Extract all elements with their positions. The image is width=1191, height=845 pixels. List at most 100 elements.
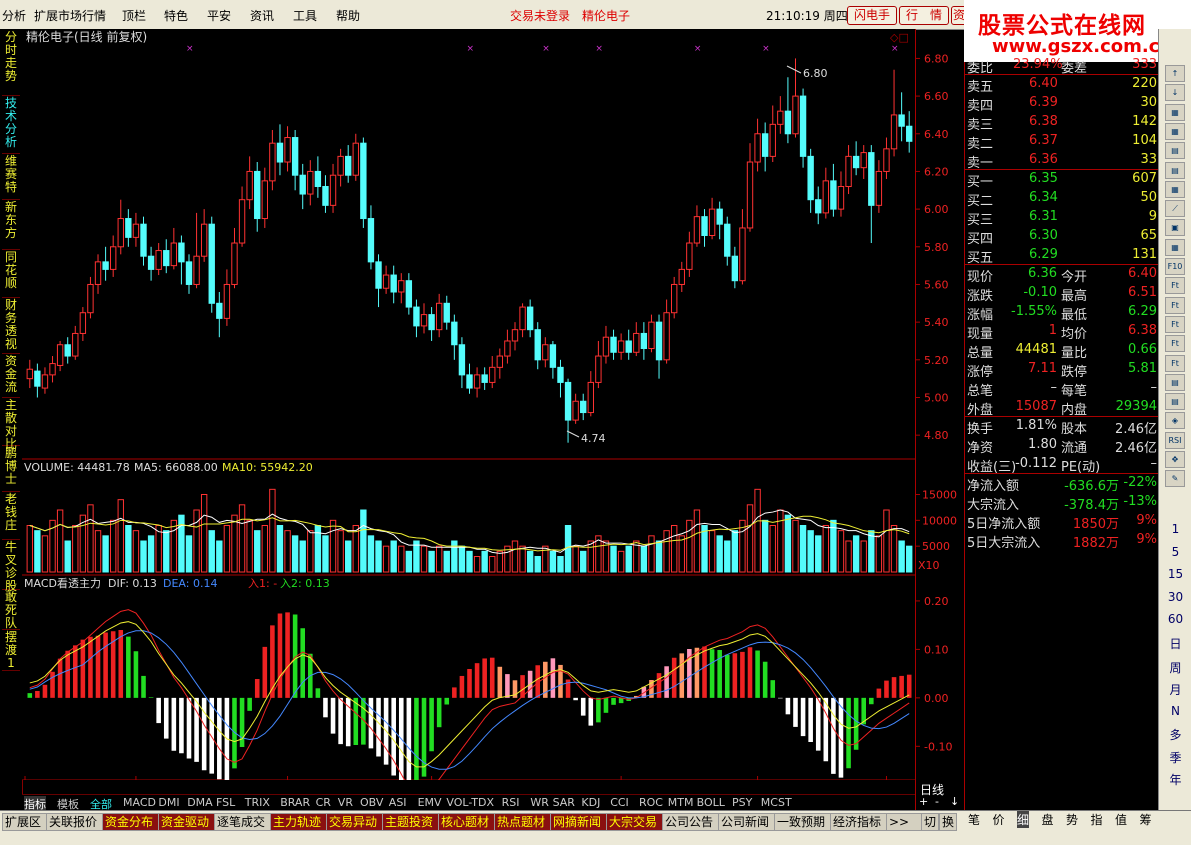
flash-hand-button[interactable]: 闪电手: [847, 6, 897, 25]
indicator-tab-11[interactable]: OBV: [360, 796, 383, 809]
quote-button[interactable]: 行 情: [899, 6, 949, 25]
toolbar-icon-18[interactable]: ◈: [1165, 412, 1185, 430]
scroll-down-button[interactable]: ↓: [950, 795, 959, 808]
left-tab-8[interactable]: 鹏博士: [2, 447, 20, 492]
bottom-tab-10[interactable]: 网摘新闻: [550, 813, 610, 831]
bottom-tab-1[interactable]: 关联报价: [46, 813, 106, 831]
toolbar-icon-17[interactable]: ▤: [1165, 393, 1185, 411]
toolbar-icon-15[interactable]: Ft: [1165, 354, 1185, 372]
toolbar-icon-13[interactable]: Ft: [1165, 315, 1185, 333]
period-shortcut-9[interactable]: 多: [1159, 726, 1191, 743]
chart-canvas[interactable]: 精伦电子(日线 前复权) ◇□ × × × × × × × 6.80 4.74 VOLUME…: [22, 29, 915, 780]
indicator-tab-10[interactable]: VR: [338, 796, 353, 809]
zoom-in-button[interactable]: +: [919, 795, 928, 808]
left-tab-11[interactable]: 敢死队: [2, 591, 20, 630]
bottom-tab-14[interactable]: 一致预期: [774, 813, 834, 831]
indicator-tab-6[interactable]: FSL: [216, 796, 235, 809]
toolbar-icon-3[interactable]: ▦: [1165, 122, 1185, 140]
indicator-tab-24[interactable]: MCST: [761, 796, 792, 809]
period-shortcut-10[interactable]: 季: [1159, 749, 1191, 766]
menu-news[interactable]: 资讯: [250, 7, 274, 24]
toolbar-icon-0[interactable]: ↑: [1165, 65, 1185, 82]
toolbar-icon-9[interactable]: ▦: [1165, 238, 1185, 256]
bottom-tab-5[interactable]: 主力轨迹: [270, 813, 330, 831]
toolbar-icon-6[interactable]: ▦: [1165, 180, 1185, 198]
menu-analysis[interactable]: 分析: [2, 7, 26, 24]
kline-chart[interactable]: 精伦电子(日线 前复权) ◇□ × × × × × × × 6.80 4.74 VOLUME…: [22, 29, 915, 780]
indicator-tab-13[interactable]: EMV: [418, 796, 442, 809]
indicator-tab-22[interactable]: BOLL: [697, 796, 725, 809]
bottom-tab-2[interactable]: 资金分布: [102, 813, 162, 831]
left-tab-7[interactable]: 主散对比: [2, 399, 20, 451]
menu-ext-market[interactable]: 扩展市场行情: [34, 7, 106, 24]
toolbar-icon-8[interactable]: ▣: [1165, 219, 1185, 237]
left-tab-3[interactable]: 新东方: [2, 201, 20, 250]
toolbar-icon-5[interactable]: ▤: [1165, 161, 1185, 179]
switch-button-2[interactable]: 换: [939, 813, 957, 831]
menu-pingan[interactable]: 平安: [207, 7, 231, 24]
bottom-tab-12[interactable]: 公司公告: [662, 813, 722, 831]
toolbar-icon-12[interactable]: Ft: [1165, 296, 1185, 314]
menu-tools[interactable]: 工具: [293, 7, 317, 24]
left-tab-5[interactable]: 财务透视: [2, 299, 20, 354]
toolbar-icon-4[interactable]: ▤: [1165, 142, 1185, 160]
indicator-tab-4[interactable]: DMI: [158, 796, 179, 809]
bottom-tab-7[interactable]: 主题投资: [382, 813, 442, 831]
indicator-tab-19[interactable]: CCI: [610, 796, 629, 809]
period-shortcut-11[interactable]: 年: [1159, 771, 1191, 788]
period-shortcut-6[interactable]: 周: [1159, 659, 1191, 676]
period-shortcut-3[interactable]: 30: [1159, 590, 1191, 604]
period-shortcut-4[interactable]: 60: [1159, 612, 1191, 626]
left-tab-1[interactable]: 技术分析: [2, 97, 20, 154]
bottom-tab-0[interactable]: 扩展区: [2, 813, 50, 831]
toolbar-icon-7[interactable]: ⟋: [1165, 200, 1185, 218]
toolbar-icon-21[interactable]: ✎: [1165, 470, 1185, 488]
toolbar-icon-10[interactable]: F10: [1165, 258, 1185, 275]
detail-tab-0[interactable]: 笔: [968, 811, 980, 828]
indicator-tab-23[interactable]: PSY: [732, 796, 752, 809]
bottom-tab-3[interactable]: 资金驱动: [158, 813, 218, 831]
indicator-tab-16[interactable]: WR: [530, 796, 549, 809]
bottom-tab-15[interactable]: 经济指标: [830, 813, 890, 831]
left-tab-2[interactable]: 维赛特: [2, 155, 20, 200]
bottom-tab-13[interactable]: 公司新闻: [718, 813, 778, 831]
detail-tab-4[interactable]: 势: [1066, 811, 1078, 828]
indicator-tab-20[interactable]: ROC: [639, 796, 663, 809]
chart-corner-icons[interactable]: ◇□: [890, 31, 909, 44]
switch-button-1[interactable]: 切: [921, 813, 939, 831]
indicator-tab-12[interactable]: ASI: [389, 796, 407, 809]
toolbar-icon-14[interactable]: Ft: [1165, 335, 1185, 353]
toolbar-icon-1[interactable]: ↓: [1165, 84, 1185, 102]
detail-tab-7[interactable]: 筹: [1140, 811, 1152, 828]
menu-help[interactable]: 帮助: [336, 7, 360, 24]
period-shortcut-0[interactable]: 1: [1159, 522, 1191, 536]
bottom-tab-6[interactable]: 交易异动: [326, 813, 386, 831]
bottom-tab-16[interactable]: >>: [886, 813, 922, 831]
detail-tab-6[interactable]: 值: [1115, 811, 1127, 828]
bottom-tab-9[interactable]: 热点题材: [494, 813, 554, 831]
detail-tab-3[interactable]: 盘: [1042, 811, 1054, 828]
trade-login-status[interactable]: 交易未登录: [510, 7, 570, 24]
indicator-tab-18[interactable]: KDJ: [581, 796, 600, 809]
period-shortcut-7[interactable]: 月: [1159, 681, 1191, 698]
period-shortcut-8[interactable]: N: [1159, 704, 1191, 718]
detail-tab-2[interactable]: 细: [1017, 811, 1030, 828]
left-tab-6[interactable]: 资金流: [2, 355, 20, 398]
left-tab-0[interactable]: 分时走势: [2, 31, 20, 96]
zoom-out-button[interactable]: -: [935, 795, 939, 808]
indicator-tab-9[interactable]: CR: [316, 796, 331, 809]
indicator-tab-3[interactable]: MACD: [123, 796, 156, 809]
indicator-tab-8[interactable]: BRAR: [280, 796, 310, 809]
period-shortcut-5[interactable]: 日: [1159, 635, 1191, 652]
left-tab-12[interactable]: 摆渡1: [2, 631, 20, 671]
indicator-tab-15[interactable]: RSI: [502, 796, 520, 809]
menu-top-bar[interactable]: 顶栏: [122, 7, 146, 24]
toolbar-icon-11[interactable]: Ft: [1165, 277, 1185, 295]
left-tab-9[interactable]: 老钱庄: [2, 493, 20, 540]
left-tab-4[interactable]: 同花顺: [2, 251, 20, 298]
toolbar-icon-19[interactable]: RSI: [1165, 431, 1185, 449]
detail-tab-5[interactable]: 指: [1091, 811, 1103, 828]
menu-featured[interactable]: 特色: [164, 7, 188, 24]
indicator-tab-5[interactable]: DMA: [187, 796, 213, 809]
bottom-tab-4[interactable]: 逐笔成交: [214, 813, 274, 831]
